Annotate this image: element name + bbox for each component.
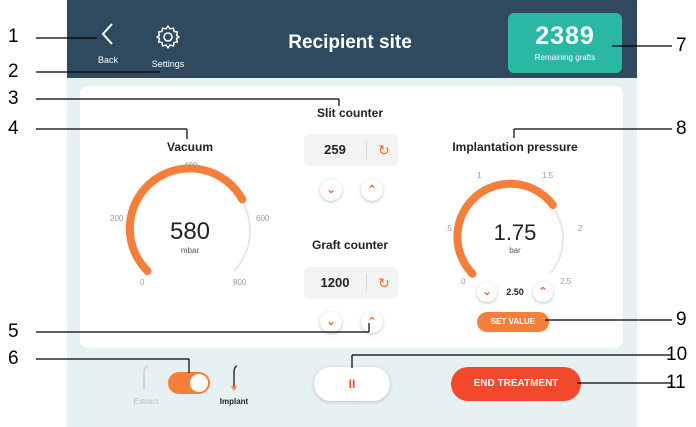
callout-6: 6 <box>8 348 19 369</box>
callout-8: 8 <box>676 118 687 139</box>
callout-3: 3 <box>8 88 19 109</box>
callout-9: 9 <box>676 309 687 330</box>
callout-1: 1 <box>8 26 19 47</box>
callout-7: 7 <box>676 35 687 56</box>
callout-11: 11 <box>666 372 686 393</box>
callout-10: 10 <box>666 344 688 365</box>
callout-2: 2 <box>8 61 19 82</box>
callout-lines <box>36 37 672 384</box>
callout-5: 5 <box>8 321 19 342</box>
callout-4: 4 <box>8 118 19 139</box>
